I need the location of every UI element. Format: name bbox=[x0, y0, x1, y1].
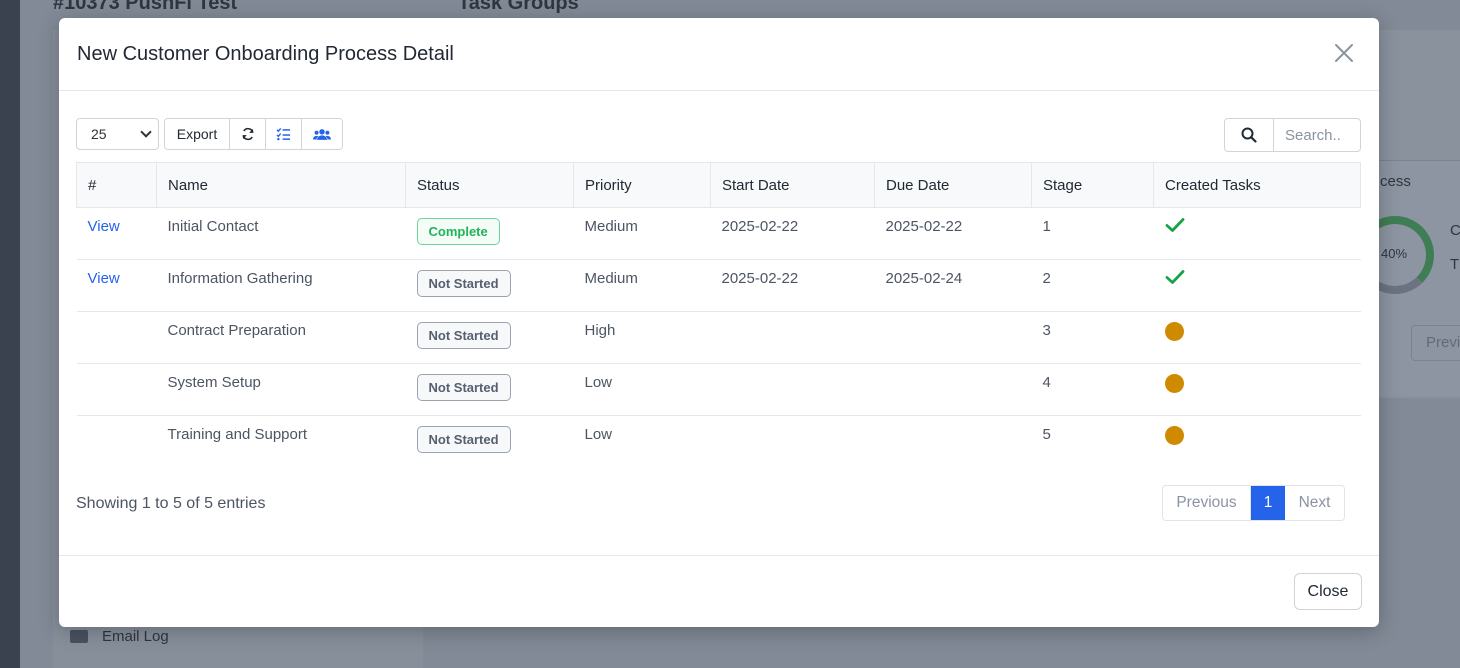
row-start-date: 2025-02-22 bbox=[710, 207, 875, 260]
row-priority: Low bbox=[584, 426, 613, 443]
table-toolbar: 25 Export bbox=[76, 118, 343, 150]
background-previous-button: Previ bbox=[1411, 325, 1460, 361]
table-header-row: # Name Status Priority Start Date Due Da… bbox=[76, 162, 1361, 208]
column-header-start-date[interactable]: Start Date bbox=[710, 162, 875, 208]
view-link[interactable]: View bbox=[88, 270, 120, 287]
row-due-date: 2025-02-24 bbox=[874, 259, 1032, 312]
background-legend-t: T bbox=[1450, 256, 1460, 273]
close-button[interactable]: Close bbox=[1294, 573, 1362, 610]
background-legend-c: C bbox=[1450, 222, 1460, 239]
process-table: # Name Status Priority Start Date Due Da… bbox=[76, 162, 1361, 467]
pagination-page-1[interactable]: 1 bbox=[1251, 486, 1285, 520]
row-name: Contract Preparation bbox=[156, 311, 406, 364]
column-header-name[interactable]: Name bbox=[156, 162, 406, 208]
pending-dot-icon bbox=[1164, 426, 1184, 445]
status-badge: Not Started bbox=[416, 322, 511, 349]
chevron-down-icon bbox=[140, 126, 152, 138]
users-icon bbox=[313, 128, 331, 140]
pending-dot-icon bbox=[1164, 374, 1184, 393]
row-link-empty bbox=[76, 363, 157, 416]
column-header-created-tasks[interactable]: Created Tasks bbox=[1153, 162, 1361, 208]
pending-dot-icon bbox=[1164, 322, 1184, 341]
status-badge: Not Started bbox=[416, 270, 511, 297]
pagination: Previous 1 Next bbox=[1162, 485, 1345, 521]
row-start-date bbox=[711, 416, 875, 468]
page-length-select[interactable]: 25 bbox=[76, 118, 159, 150]
row-priority: Medium bbox=[573, 259, 711, 312]
search-icon bbox=[1241, 127, 1257, 143]
row-stage: 5 bbox=[1042, 426, 1051, 443]
row-stage: 1 bbox=[1031, 207, 1154, 260]
row-due-date bbox=[875, 416, 1032, 468]
column-header-status[interactable]: Status bbox=[405, 162, 574, 208]
app-sidebar bbox=[0, 0, 20, 668]
row-start-date bbox=[710, 363, 875, 416]
modal-header: New Customer Onboarding Process Detail bbox=[59, 18, 1379, 91]
row-name: Information Gathering bbox=[156, 259, 406, 312]
row-name: Training and Support bbox=[167, 426, 308, 443]
modal-footer: Close bbox=[59, 555, 1379, 627]
row-start-date: 2025-02-22 bbox=[710, 259, 875, 312]
row-priority: High bbox=[573, 311, 711, 364]
table-row: System Setup Not Started Low 4 bbox=[76, 363, 1361, 416]
refresh-icon bbox=[241, 127, 254, 141]
assignees-button[interactable] bbox=[302, 119, 342, 149]
check-icon bbox=[1165, 269, 1184, 284]
table-row: Contract Preparation Not Started High 3 bbox=[76, 311, 1361, 364]
search-input[interactable] bbox=[1274, 119, 1360, 151]
row-due-date bbox=[874, 311, 1032, 364]
search-button[interactable] bbox=[1225, 119, 1274, 151]
column-header-due-date[interactable]: Due Date bbox=[874, 162, 1032, 208]
background-donut-label: 40% bbox=[1381, 246, 1408, 261]
row-name: System Setup bbox=[156, 363, 406, 416]
column-header-number[interactable]: # bbox=[76, 162, 157, 208]
row-stage: 4 bbox=[1031, 363, 1154, 416]
sidebar-item-label: Email Log bbox=[102, 628, 169, 645]
row-stage: 2 bbox=[1031, 259, 1154, 312]
pagination-previous[interactable]: Previous bbox=[1163, 486, 1251, 520]
table-row: View Initial Contact Complete Medium 202… bbox=[76, 207, 1361, 260]
table-row: View Information Gathering Not Started M… bbox=[76, 259, 1361, 312]
table-info: Showing 1 to 5 of 5 entries bbox=[76, 495, 266, 512]
check-icon bbox=[1165, 217, 1184, 232]
page-length-value: 25 bbox=[91, 126, 107, 142]
sidebar-item-email-log: Email Log bbox=[70, 628, 169, 645]
column-header-priority[interactable]: Priority bbox=[573, 162, 711, 208]
pagination-next[interactable]: Next bbox=[1285, 486, 1344, 520]
status-badge: Not Started bbox=[416, 374, 511, 401]
row-due-date bbox=[874, 363, 1032, 416]
row-name: Initial Contact bbox=[156, 207, 406, 260]
export-button[interactable]: Export bbox=[165, 119, 230, 149]
table-row: Training and Support Not Started Low 5 bbox=[77, 416, 1361, 468]
row-priority: Low bbox=[573, 363, 711, 416]
background-project-title: #10373 PushFi Test bbox=[53, 0, 238, 14]
refresh-button[interactable] bbox=[230, 119, 266, 149]
background-process-label: cess bbox=[1380, 173, 1411, 190]
modal-title: New Customer Onboarding Process Detail bbox=[77, 42, 454, 65]
row-start-date bbox=[710, 311, 875, 364]
close-icon[interactable] bbox=[1333, 42, 1355, 64]
task-list-button[interactable] bbox=[266, 119, 302, 149]
background-section-title: Task Groups bbox=[458, 0, 579, 14]
row-priority: Medium bbox=[573, 207, 711, 260]
row-link-empty bbox=[77, 416, 157, 468]
list-check-icon bbox=[276, 127, 291, 141]
table-search bbox=[1224, 118, 1361, 152]
envelope-icon bbox=[70, 630, 88, 643]
process-detail-modal: New Customer Onboarding Process Detail 2… bbox=[59, 18, 1379, 627]
view-link[interactable]: View bbox=[88, 218, 120, 235]
status-badge: Complete bbox=[416, 218, 500, 245]
status-badge: Not Started bbox=[416, 426, 511, 453]
table-actions: Export bbox=[164, 118, 343, 150]
row-due-date: 2025-02-22 bbox=[874, 207, 1032, 260]
column-header-stage[interactable]: Stage bbox=[1031, 162, 1154, 208]
row-stage: 3 bbox=[1031, 311, 1154, 364]
row-link-empty bbox=[76, 311, 157, 364]
